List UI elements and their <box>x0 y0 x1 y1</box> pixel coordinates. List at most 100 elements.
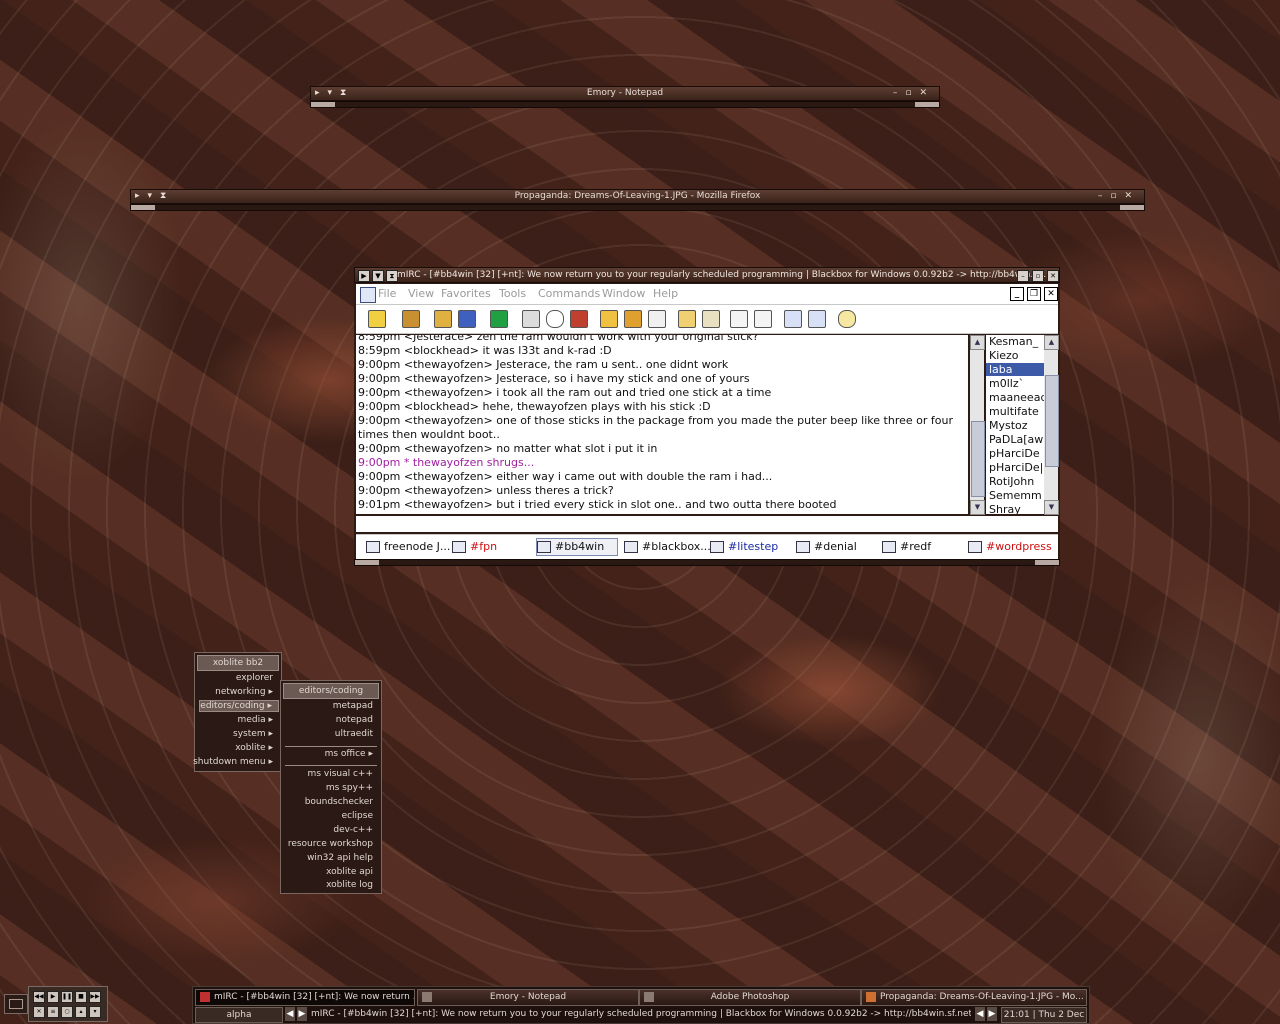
menu-view[interactable]: View <box>408 287 434 300</box>
menu-tools[interactable]: Tools <box>499 287 526 300</box>
switchbar-item[interactable]: #redf <box>882 539 931 555</box>
menu-item-ms-spy[interactable]: ms spy++ <box>326 783 373 793</box>
menu-file[interactable]: File <box>378 287 396 300</box>
mirc-titlebar[interactable]: ▶ ▼ ⧗ mIRC - [#bb4win [32] [+nt]: We now… <box>354 267 1060 283</box>
chat-area[interactable]: 8:59pm <Jesterace> zen the ram wouldn't … <box>356 335 968 514</box>
chat-icon[interactable] <box>624 310 642 328</box>
nick-item[interactable]: maaneead <box>989 391 1044 404</box>
nick-item[interactable]: Shray <box>989 503 1021 514</box>
menu-item-boundschecker[interactable]: boundschecker <box>305 797 373 807</box>
nick-item[interactable]: Mystoz <box>989 419 1028 432</box>
nick-item[interactable]: m0llz` <box>989 377 1024 390</box>
task-firefox[interactable]: Propaganda: Dreams-Of-Leaving-1.JPG - Mo… <box>861 989 1087 1006</box>
menu-item-dev-cpp[interactable]: dev-c++ <box>333 825 373 835</box>
shade-icon[interactable]: ▼ <box>372 270 384 282</box>
favorites-icon[interactable] <box>434 310 452 328</box>
desktop-icon[interactable] <box>4 994 28 1014</box>
mdi-minimize-icon[interactable]: _ <box>1010 287 1024 301</box>
menu-item-media[interactable]: media ▸ <box>238 715 273 725</box>
scroll-thumb[interactable] <box>971 421 985 497</box>
menu-item-ms-office[interactable]: ms office ▸ <box>325 749 373 759</box>
logs-icon[interactable] <box>678 310 696 328</box>
addressbook-icon[interactable] <box>522 310 540 328</box>
nick-item[interactable]: pHarciDe| <box>989 461 1043 474</box>
switchbar-item[interactable]: #fpn <box>452 539 497 555</box>
nick-item[interactable]: PaDLa[aw <box>989 433 1043 446</box>
mdi-restore-icon[interactable]: ❐ <box>1027 287 1041 301</box>
repeat-icon[interactable]: ○ <box>61 1006 73 1018</box>
forward-icon[interactable]: ▶▶ <box>89 991 101 1003</box>
prev-window-icon[interactable]: ◀ <box>975 1007 985 1021</box>
switchbar-item[interactable]: #blackbox... <box>624 539 711 555</box>
menu-item-metapad[interactable]: metapad <box>333 701 373 711</box>
minimize-icon[interactable]: – <box>1017 270 1029 282</box>
clock[interactable]: 21:01 | Thu 2 Dec <box>1001 1007 1087 1023</box>
switchbar-item-active[interactable]: #bb4win <box>536 538 618 556</box>
mdi-close-icon[interactable]: ✕ <box>1044 287 1058 301</box>
window-controls-right[interactable]: –▫✕ <box>893 87 935 100</box>
menu-item-editors-coding[interactable]: editors/coding ▸ <box>199 700 279 712</box>
rewind-icon[interactable]: ◀◀ <box>33 991 45 1003</box>
menu-item-resource-workshop[interactable]: resource workshop <box>288 839 373 849</box>
menu-item-ultraedit[interactable]: ultraedit <box>335 729 373 739</box>
menu-item-explorer[interactable]: explorer <box>236 673 273 683</box>
colors-icon[interactable] <box>570 310 588 328</box>
scroll-up-icon[interactable]: ▲ <box>1044 335 1059 350</box>
menu-item-xoblite[interactable]: xoblite ▸ <box>235 743 273 753</box>
notepad-grip[interactable] <box>310 101 940 108</box>
scroll-down-icon[interactable]: ▼ <box>970 500 985 515</box>
mirc-grip[interactable] <box>354 559 1060 566</box>
notify-icon[interactable] <box>702 310 720 328</box>
switchbar-item[interactable]: #denial <box>796 539 857 555</box>
window-controls-left[interactable]: ▸▾⧗ <box>135 190 174 203</box>
message-input[interactable] <box>356 516 1058 532</box>
cascade-icon[interactable] <box>808 310 826 328</box>
switchbar-item[interactable]: freenode J... <box>366 539 450 555</box>
shuffle-icon[interactable]: ✕ <box>33 1006 45 1018</box>
chat-scrollbar[interactable]: ▲ ▼ <box>970 335 985 515</box>
scroll-down-icon[interactable]: ▼ <box>1044 500 1059 515</box>
scripts-icon[interactable] <box>490 310 508 328</box>
switchbar-item[interactable]: #wordpress <box>968 539 1052 555</box>
nick-list[interactable]: Kesman_ Kiezo laba m0llz` maaneead multi… <box>986 335 1044 514</box>
channels-icon[interactable] <box>458 310 476 328</box>
nick-scrollbar[interactable]: ▲ ▼ <box>1044 335 1059 515</box>
pause-icon[interactable]: ❚❚ <box>61 991 73 1003</box>
maximize-icon[interactable]: ▫ <box>1032 270 1044 282</box>
window-controls-right[interactable]: –▫✕ <box>1098 190 1140 203</box>
playlist-icon[interactable]: ≡ <box>47 1006 59 1018</box>
mdi-icon[interactable] <box>360 287 376 303</box>
menu-item-xoblite-log[interactable]: xoblite log <box>326 880 373 890</box>
firefox-grip[interactable] <box>130 204 1145 211</box>
nick-item[interactable]: RotiJohn <box>989 475 1034 488</box>
menu-item-notepad[interactable]: notepad <box>336 715 373 725</box>
menu-item-eclipse[interactable]: eclipse <box>342 811 373 821</box>
task-mirc[interactable]: mIRC - [#bb4win [32] [+nt]: We now retur… <box>195 989 415 1006</box>
notepad-titlebar[interactable]: ▸▾⧗ Emory - Notepad –▫✕ <box>310 86 940 101</box>
options-icon[interactable] <box>402 310 420 328</box>
menu-window[interactable]: Window <box>602 287 645 300</box>
nick-item-selected[interactable]: laba <box>986 363 1044 376</box>
menu-item-ms-visual-cpp[interactable]: ms visual c++ <box>308 769 373 779</box>
nick-item[interactable]: multifate <box>989 405 1039 418</box>
menu-icon[interactable]: ▶ <box>358 270 370 282</box>
scroll-thumb[interactable] <box>1045 375 1059 467</box>
firefox-titlebar[interactable]: ▸▾⧗ Propaganda: Dreams-Of-Leaving-1.JPG … <box>130 189 1145 204</box>
url-icon[interactable] <box>754 310 772 328</box>
menu-item-system[interactable]: system ▸ <box>233 729 273 739</box>
list-icon[interactable] <box>730 310 748 328</box>
connect-icon[interactable] <box>368 310 386 328</box>
menu-favorites[interactable]: Favorites <box>441 287 491 300</box>
switchbar-item[interactable]: #litestep <box>710 539 778 555</box>
menu-item-win32-api-help[interactable]: win32 api help <box>307 853 373 863</box>
timer-icon[interactable] <box>546 310 564 328</box>
eject-icon[interactable]: ▴ <box>75 1006 87 1018</box>
next-workspace-icon[interactable]: ▶ <box>297 1007 307 1021</box>
next-window-icon[interactable]: ▶ <box>987 1007 997 1021</box>
menu-item-shutdown[interactable]: shutdown menu ▸ <box>193 757 273 767</box>
nick-item[interactable]: Kiezo <box>989 349 1019 362</box>
window-controls-left[interactable]: ▸▾⧗ <box>315 87 354 100</box>
nick-item[interactable]: pHarciDe <box>989 447 1040 460</box>
prev-workspace-icon[interactable]: ◀ <box>285 1007 295 1021</box>
menu-item-networking[interactable]: networking ▸ <box>215 687 273 697</box>
